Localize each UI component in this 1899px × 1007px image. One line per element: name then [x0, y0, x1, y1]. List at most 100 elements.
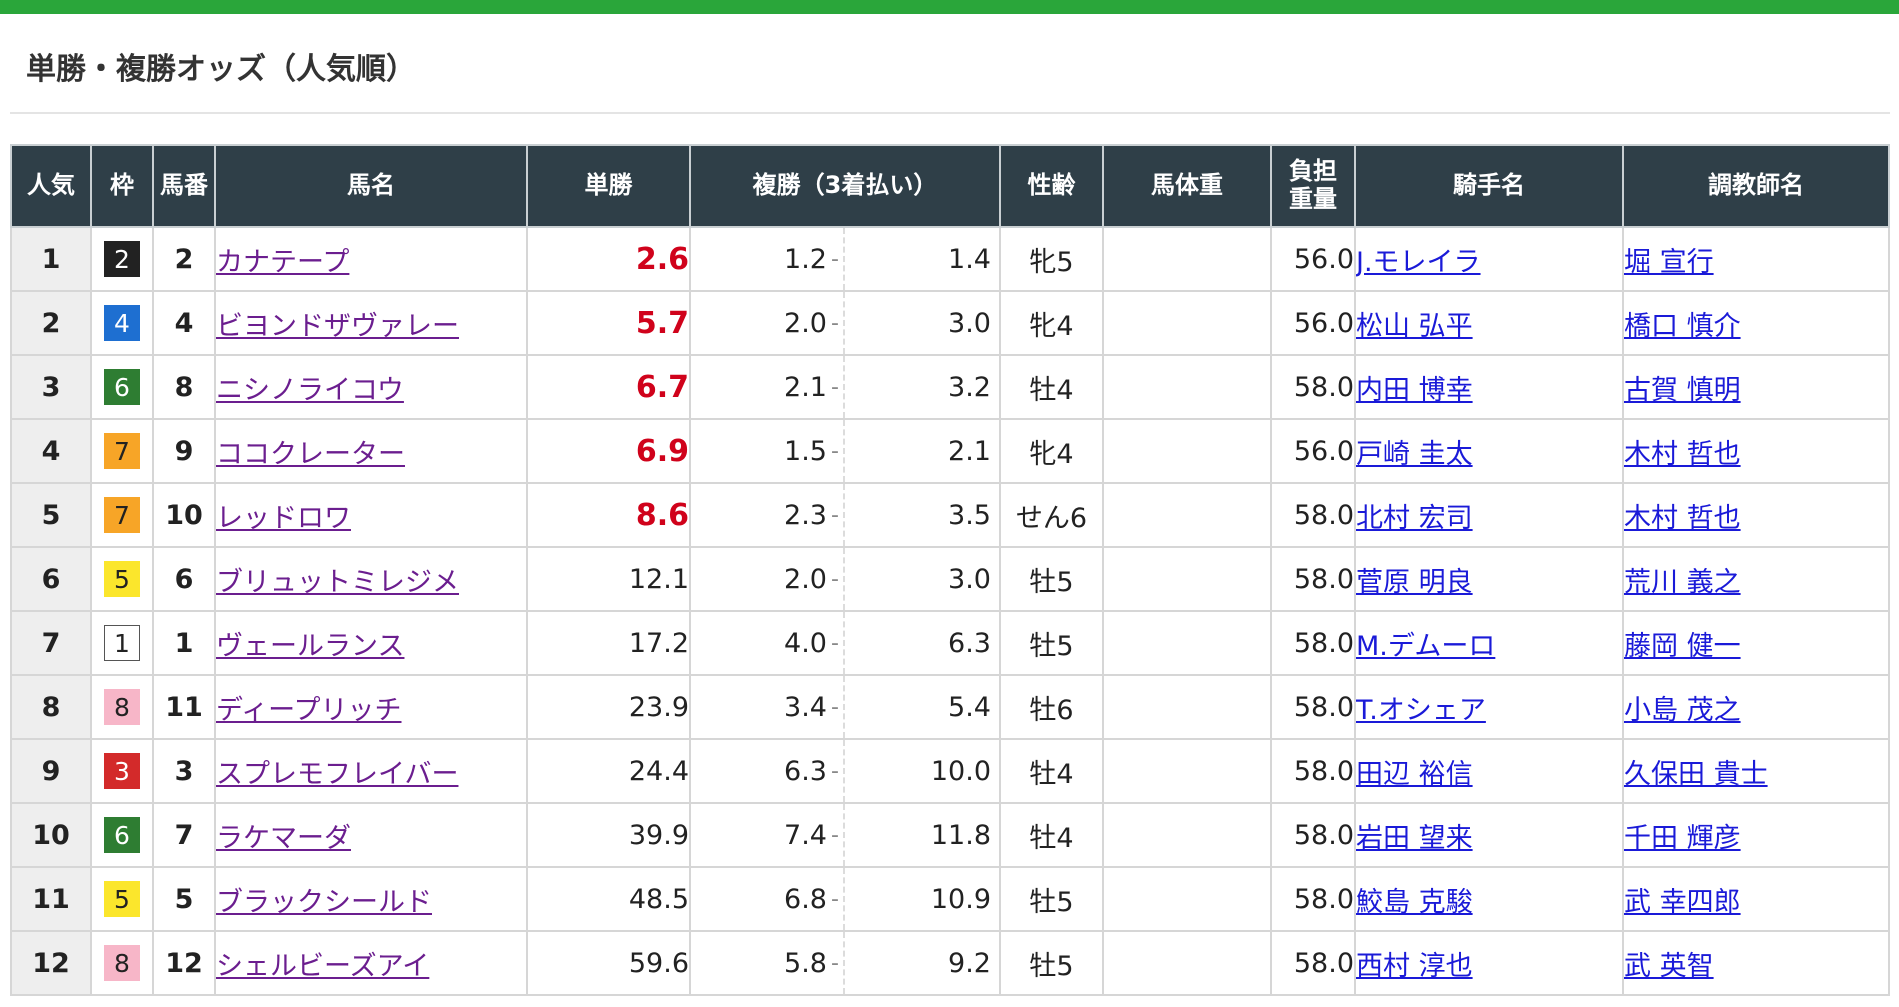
- col-header-burden-line2: 重量: [1289, 185, 1337, 213]
- trainer-link[interactable]: 久保田 貴士: [1625, 759, 1768, 790]
- waku-cell: 4: [90, 290, 154, 356]
- horse-name-cell: ブラックシールド: [214, 866, 528, 932]
- jockey-link[interactable]: 岩田 望来: [1357, 823, 1473, 854]
- win-odds: 59.6: [526, 930, 691, 996]
- trainer-cell: 小島 茂之: [1622, 674, 1890, 740]
- place-odds-low: 2.0: [784, 563, 827, 595]
- popularity-rank: 12: [10, 930, 92, 996]
- waku-badge: 6: [104, 369, 140, 405]
- horse-number: 7: [152, 802, 216, 868]
- col-header-win: 単勝: [526, 144, 691, 228]
- trainer-link[interactable]: 小島 茂之: [1625, 695, 1741, 726]
- trainer-link[interactable]: 古賀 慎明: [1625, 375, 1741, 406]
- horse-name-cell: ビヨンドザヴァレー: [214, 290, 528, 356]
- horse-number: 10: [152, 482, 216, 548]
- jockey-link[interactable]: T.オシェア: [1357, 695, 1486, 726]
- horse-name-link[interactable]: スプレモフレイバー: [217, 759, 458, 790]
- win-odds: 24.4: [526, 738, 691, 804]
- horse-name-link[interactable]: カナテープ: [217, 247, 349, 278]
- jockey-link[interactable]: M.デムーロ: [1357, 631, 1495, 662]
- waku-badge: 2: [104, 241, 140, 277]
- col-header-body-weight: 馬体重: [1102, 144, 1272, 228]
- place-odds-low: 2.0: [784, 307, 827, 339]
- trainer-link[interactable]: 藤岡 健一: [1625, 631, 1741, 662]
- win-odds: 17.2: [526, 610, 691, 676]
- horse-number: 9: [152, 418, 216, 484]
- place-odds-high: 10.9: [930, 883, 991, 915]
- horse-name-link[interactable]: ブラックシールド: [217, 887, 432, 918]
- place-odds-low: 1.5: [784, 435, 827, 467]
- trainer-link[interactable]: 堀 宣行: [1625, 247, 1714, 278]
- horse-name-link[interactable]: シェルビーズアイ: [217, 951, 429, 982]
- waku-badge: 5: [104, 881, 140, 917]
- trainer-link[interactable]: 橋口 慎介: [1625, 311, 1741, 342]
- burden-weight: 58.0: [1270, 482, 1356, 548]
- table-row: 11 5 5 ブラックシールド 48.5 6.8-10.9 牡5 58.0 鮫島 克駿武 幸四郎: [10, 866, 1890, 932]
- jockey-link[interactable]: 内田 博幸: [1357, 375, 1473, 406]
- place-odds-low: 6.3: [784, 755, 827, 787]
- place-odds-high: 3.0: [948, 563, 991, 595]
- burden-weight: 58.0: [1270, 354, 1356, 420]
- place-odds-high: 9.2: [948, 947, 991, 979]
- place-odds-low: 4.0: [784, 627, 827, 659]
- place-odds-low: 2.1: [784, 371, 827, 403]
- table-row: 12 8 12 シェルビーズアイ 59.6 5.8-9.2 牡5 58.0 西村 淳也武 英智: [10, 930, 1890, 996]
- horse-name-link[interactable]: レッドロワ: [217, 503, 351, 534]
- waku-cell: 6: [90, 802, 154, 868]
- trainer-cell: 木村 哲也: [1622, 482, 1890, 548]
- trainer-link[interactable]: 木村 哲也: [1625, 439, 1741, 470]
- sex-age: 牝4: [999, 290, 1104, 356]
- place-odds-cell: 1.5- 2.1: [689, 418, 1001, 484]
- place-odds-separator: -: [831, 886, 839, 912]
- jockey-link[interactable]: 西村 淳也: [1357, 951, 1473, 982]
- popularity-rank: 6: [10, 546, 92, 612]
- horse-name-cell: ニシノライコウ: [214, 354, 528, 420]
- trainer-link[interactable]: 千田 輝彦: [1625, 823, 1741, 854]
- jockey-link[interactable]: 北村 宏司: [1357, 503, 1473, 534]
- body-weight: [1102, 674, 1272, 740]
- table-row: 4 7 9 ココクレーター 6.9 1.5- 2.1 牝4 56.0 戸崎 圭太 木村 哲也: [10, 418, 1890, 484]
- horse-name-link[interactable]: ビヨンドザヴァレー: [217, 311, 459, 342]
- place-odds-separator: -: [831, 822, 839, 848]
- place-odds-cell: 2.1- 3.2: [689, 354, 1001, 420]
- place-odds-cell: 4.0- 6.3: [689, 610, 1001, 676]
- jockey-cell: J.モレイラ: [1354, 226, 1624, 292]
- waku-cell: 2: [90, 226, 154, 292]
- popularity-rank: 7: [10, 610, 92, 676]
- trainer-link[interactable]: 武 英智: [1625, 951, 1714, 982]
- body-weight: [1102, 290, 1272, 356]
- table-row: 7 1 1 ヴェールランス 17.2 4.0-6.3 牡5 58.0 M.デムーロ 藤岡 健一: [10, 610, 1890, 676]
- horse-name-link[interactable]: ヴェールランス: [217, 631, 404, 662]
- waku-cell: 6: [90, 354, 154, 420]
- trainer-cell: 武 幸四郎: [1622, 866, 1890, 932]
- jockey-link[interactable]: 戸崎 圭太: [1357, 439, 1473, 470]
- horse-name-link[interactable]: ディープリッチ: [217, 695, 402, 726]
- trainer-link[interactable]: 木村 哲也: [1625, 503, 1741, 534]
- trainer-cell: 武 英智: [1622, 930, 1890, 996]
- horse-name-link[interactable]: ココクレーター: [217, 439, 405, 470]
- trainer-cell: 千田 輝彦: [1622, 802, 1890, 868]
- trainer-link[interactable]: 武 幸四郎: [1625, 887, 1741, 918]
- jockey-cell: 岩田 望来: [1354, 802, 1624, 868]
- horse-number: 8: [152, 354, 216, 420]
- jockey-link[interactable]: 菅原 明良: [1357, 567, 1473, 598]
- jockey-link[interactable]: J.モレイラ: [1357, 247, 1481, 278]
- trainer-link[interactable]: 荒川 義之: [1625, 567, 1741, 598]
- popularity-rank: 9: [10, 738, 92, 804]
- horse-name-link[interactable]: ラケマーダ: [217, 823, 351, 854]
- place-odds-separator: -: [831, 630, 839, 656]
- sex-age: 牡5: [999, 866, 1104, 932]
- jockey-link[interactable]: 田辺 裕信: [1357, 759, 1473, 790]
- waku-badge: 1: [104, 625, 140, 661]
- waku-badge: 8: [104, 689, 140, 725]
- jockey-link[interactable]: 松山 弘平: [1357, 311, 1473, 342]
- horse-name-link[interactable]: ブリュットミレジメ: [217, 567, 459, 598]
- horse-name-link[interactable]: ニシノライコウ: [217, 375, 404, 406]
- burden-weight: 58.0: [1270, 610, 1356, 676]
- place-odds-low: 3.4: [784, 691, 827, 723]
- win-odds: 12.1: [526, 546, 691, 612]
- body-weight: [1102, 418, 1272, 484]
- horse-number: 6: [152, 546, 216, 612]
- jockey-link[interactable]: 鮫島 克駿: [1357, 887, 1473, 918]
- body-weight: [1102, 802, 1272, 868]
